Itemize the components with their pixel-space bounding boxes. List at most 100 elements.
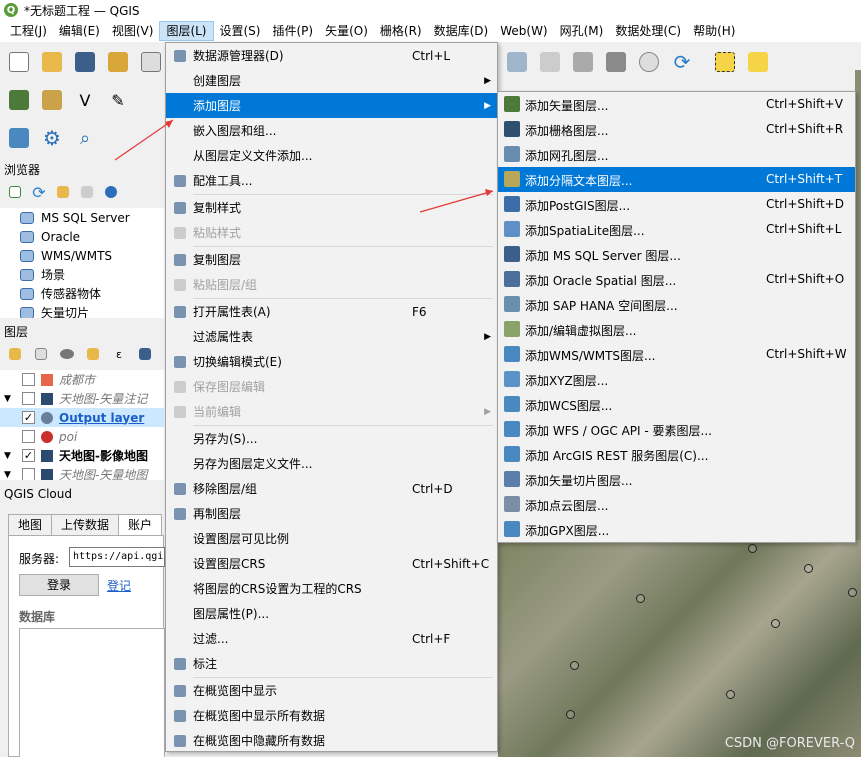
cloud-tab[interactable]: 账户 (118, 514, 163, 536)
layer-menu-item[interactable]: 数据源管理器(D) Ctrl+L (166, 43, 497, 68)
add-layer-menu-item[interactable]: 添加网孔图层... (498, 142, 855, 167)
cloud-tab[interactable]: 上传数据 (51, 514, 120, 536)
digitize-icon[interactable] (6, 87, 32, 113)
menu-5[interactable]: 插件(P) (266, 21, 319, 41)
add-layer-menu-item[interactable]: 添加WCS图层... (498, 392, 855, 417)
layer-visibility-checkbox[interactable]: ✓ (22, 411, 35, 424)
menu-2[interactable]: 视图(V) (106, 21, 160, 41)
layer-row[interactable]: poi (0, 427, 164, 446)
gear-icon[interactable]: ⚙ (39, 125, 65, 151)
layer-menu-item[interactable]: 将图层的CRS设置为工程的CRS (166, 576, 497, 601)
menu-3[interactable]: 图层(L) (159, 21, 214, 41)
layer-menu-item[interactable]: 设置图层CRS Ctrl+Shift+C (166, 551, 497, 576)
layer-menu-item[interactable]: 另存为(S)... (166, 426, 497, 451)
attribute-table-icon[interactable] (745, 49, 771, 75)
new-bookmark-icon[interactable] (570, 49, 596, 75)
layer-menu-item[interactable]: 当前编辑 ▶ (166, 399, 497, 424)
server-input[interactable]: https://api.qgiscloud.com (69, 547, 165, 567)
layer-menu-item[interactable]: 设置图层可见比例 (166, 526, 497, 551)
layer-menu-item[interactable]: 在概览图中隐藏所有数据 (166, 728, 497, 753)
browser-refresh-icon[interactable]: ⟳ (30, 183, 48, 202)
layer-menu-item[interactable]: 创建图层 ▶ (166, 68, 497, 93)
layer-menu-item[interactable]: 保存图层编辑 (166, 374, 497, 399)
layer-stack-icon[interactable] (6, 125, 32, 151)
add-layer-menu-item[interactable]: 添加矢量图层... Ctrl+Shift+V (498, 92, 855, 117)
layer-row[interactable]: ▼ 天地图-矢量地图 (0, 465, 164, 480)
expand-all-icon[interactable] (136, 345, 154, 363)
menu-4[interactable]: 设置(S) (214, 21, 267, 41)
add-layer-menu-item[interactable]: 添加点云图层... (498, 492, 855, 517)
add-layer-menu-item[interactable]: 添加 SAP HANA 空间图层... (498, 292, 855, 317)
expand-arrow-icon[interactable]: ▼ (0, 394, 12, 404)
menu-0[interactable]: 工程(J) (4, 21, 53, 41)
edit-pencil-icon[interactable]: ✎ (105, 87, 131, 113)
new-project-icon[interactable] (6, 49, 32, 75)
layer-menu-item[interactable]: 打开属性表(A) F6 (166, 299, 497, 324)
expand-arrow-icon[interactable]: ▼ (0, 470, 12, 480)
print-layout-icon[interactable] (138, 49, 164, 75)
layer-menu-item[interactable]: 另存为图层定义文件... (166, 451, 497, 476)
layer-filter-icon[interactable] (84, 345, 102, 363)
open-project-icon[interactable] (39, 49, 65, 75)
zoom-next-icon[interactable] (537, 49, 563, 75)
add-layer-menu-item[interactable]: 添加 MS SQL Server 图层... (498, 242, 855, 267)
expand-arrow-icon[interactable]: ▼ (0, 451, 12, 461)
layer-menu-item[interactable]: 在概览图中显示所有数据 (166, 703, 497, 728)
save-project-icon[interactable] (72, 49, 98, 75)
database-list[interactable] (19, 628, 165, 757)
layer-menu-item[interactable]: 标注 (166, 651, 497, 676)
select-features-icon[interactable] (712, 49, 738, 75)
layer-menu-item[interactable]: 嵌入图层和组... (166, 118, 497, 143)
layer-row[interactable]: ✓ Output layer (0, 408, 164, 427)
add-layer-menu-item[interactable]: 添加 Oracle Spatial 图层... Ctrl+Shift+O (498, 267, 855, 292)
menu-6[interactable]: 矢量(O) (319, 21, 374, 41)
layer-row[interactable]: ▼ 天地图-矢量注记 (0, 389, 164, 408)
menu-11[interactable]: 数据处理(C) (609, 21, 687, 41)
add-layer-menu-item[interactable]: 添加分隔文本图层... Ctrl+Shift+T (498, 167, 855, 192)
menu-12[interactable]: 帮助(H) (687, 21, 741, 41)
layer-menu-item[interactable]: 过滤属性表 ▶ (166, 324, 497, 349)
add-layer-icon[interactable] (39, 87, 65, 113)
add-layer-menu-item[interactable]: 添加栅格图层... Ctrl+Shift+R (498, 117, 855, 142)
layer-visibility-checkbox[interactable] (22, 373, 35, 386)
layer-menu-item[interactable]: 过滤... Ctrl+F (166, 626, 497, 651)
menu-9[interactable]: Web(W) (494, 21, 553, 41)
add-layer-menu-item[interactable]: 添加矢量切片图层... (498, 467, 855, 492)
map-canvas[interactable] (498, 540, 861, 757)
layer-menu-item[interactable]: 粘贴样式 (166, 220, 497, 245)
layer-menu-item[interactable]: 移除图层/组 Ctrl+D (166, 476, 497, 501)
browser-item[interactable]: 场景 (0, 265, 164, 284)
layer-visibility-checkbox[interactable] (22, 430, 35, 443)
filter-icon[interactable] (54, 183, 72, 201)
refresh-icon[interactable]: ⟳ (669, 49, 695, 75)
save-as-icon[interactable] (105, 49, 131, 75)
add-layer-menu-item[interactable]: 添加/编辑虚拟图层... (498, 317, 855, 342)
layer-menu-item[interactable]: 从图层定义文件添加... (166, 143, 497, 168)
temporal-icon[interactable] (636, 49, 662, 75)
add-layer-menu-item[interactable]: 添加GPX图层... (498, 517, 855, 542)
menu-10[interactable]: 网孔(M) (554, 21, 610, 41)
cloud-tab[interactable]: 地图 (8, 514, 53, 536)
info-icon[interactable] (102, 183, 120, 201)
browser-item[interactable]: 矢量切片 (0, 303, 164, 318)
bookmarks-icon[interactable] (603, 49, 629, 75)
layer-menu-item[interactable]: 图层属性(P)... (166, 601, 497, 626)
layer-menu-item[interactable]: 粘贴图层/组 (166, 272, 497, 297)
menu-7[interactable]: 栅格(R) (374, 21, 428, 41)
browser-item[interactable]: MS SQL Server (0, 208, 164, 227)
add-layer-menu-item[interactable]: 添加XYZ图层... (498, 367, 855, 392)
layer-row[interactable]: 成都市 (0, 370, 164, 389)
add-layer-menu-item[interactable]: 添加PostGIS图层... Ctrl+Shift+D (498, 192, 855, 217)
expression-filter-icon[interactable]: ε (110, 345, 128, 363)
layer-menu-item[interactable]: 切换编辑模式(E) (166, 349, 497, 374)
layer-menu-item[interactable]: 复制样式 (166, 195, 497, 220)
search-icon[interactable]: ⌕ (72, 125, 98, 151)
layer-menu-item[interactable]: 添加图层 ▶ (166, 93, 497, 118)
layer-menu-item[interactable]: 配准工具... (166, 168, 497, 193)
layer-menu-item[interactable]: 再制图层 (166, 501, 497, 526)
menu-1[interactable]: 编辑(E) (53, 21, 106, 41)
browser-item[interactable]: Oracle (0, 227, 164, 246)
register-link[interactable]: 登记 (107, 577, 131, 594)
eye-icon[interactable] (58, 345, 76, 363)
browser-item[interactable]: 传感器物体 (0, 284, 164, 303)
